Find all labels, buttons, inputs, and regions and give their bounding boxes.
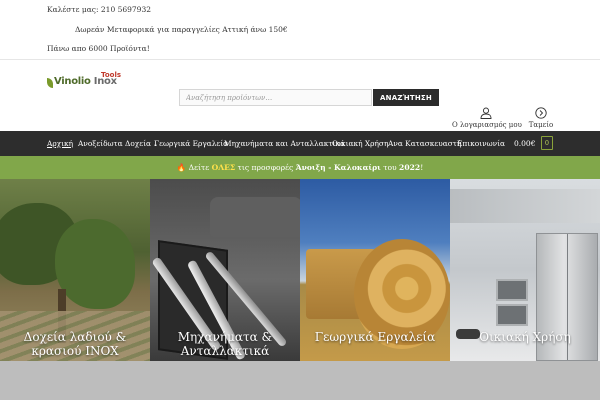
site-logo[interactable]: Vinolio Inox Tools: [47, 71, 127, 96]
nav-item-machines-parts[interactable]: Μηχανήματα και Ανταλλακτικά: [224, 139, 345, 148]
nav-item-home-use[interactable]: Οικιακή Χρήση: [332, 139, 388, 148]
checkout-link[interactable]: Ταμείο: [528, 107, 554, 131]
promo-text: 🔥 Δείτε ΟΛΕΣ τις προσφορές Άνοιξη - Καλο…: [0, 163, 600, 172]
nav-item-contact[interactable]: Επικοινωνία: [457, 139, 505, 148]
category-tile-machines[interactable]: Μηχανήματα & Ανταλλακτικά: [150, 179, 300, 400]
main-navigation: Αρχική Ανοξείδωτα Δοχεία ⌄ Γεωργικά Εργαλ…: [0, 131, 600, 156]
header-divider: [0, 59, 600, 60]
category-tile-agricultural[interactable]: Γεωργικά Εργαλεία: [300, 179, 450, 400]
category-tile-home-use[interactable]: Οικιακή Χρήση: [450, 179, 600, 400]
logo-tools: Tools: [101, 71, 122, 79]
category-tile-containers[interactable]: Δοχεία λαδιού & κρασιού INOX: [0, 179, 150, 400]
nav-item-stainless-containers[interactable]: Ανοξείδωτα Δοχεία ⌄: [78, 139, 158, 148]
promo-text-after: του: [380, 163, 400, 172]
olive-leaf-icon: [47, 78, 53, 88]
account-link[interactable]: Ο λογαριασμός μου: [452, 107, 522, 131]
nav-item-home[interactable]: Αρχική: [47, 139, 73, 148]
promo-end: !: [420, 163, 424, 172]
shipping-text: Δωρεάν Μεταφορικά για παραγγελίες Αττική…: [75, 25, 288, 34]
logo-vinolio: Vinolio: [54, 76, 91, 87]
products-count-text: Πάνω απο 6000 Προϊόντα!: [47, 44, 150, 53]
arrow-circle-icon: [535, 107, 547, 119]
search-input[interactable]: [179, 89, 372, 106]
product-search: ΑΝΑΖΉΤΗΣΗ: [179, 89, 439, 106]
account-label: Ο λογαριασμός μου: [452, 121, 522, 129]
promo-text-middle: τις προσφορές: [235, 163, 296, 172]
phone-text: Καλέστε μας: 210 5697932: [47, 5, 151, 14]
category-title: Γεωργικά Εργαλεία: [314, 330, 436, 344]
category-title: Μηχανήματα & Ανταλλακτικά: [177, 330, 273, 358]
fire-icon: 🔥: [176, 163, 187, 172]
nav-item-stainless-containers-label: Ανοξείδωτα Δοχεία: [78, 139, 151, 148]
category-title: Δοχεία λαδιού & κρασιού INOX: [23, 330, 127, 358]
user-icon: [480, 107, 492, 119]
search-button[interactable]: ΑΝΑΖΉΤΗΣΗ: [373, 89, 439, 106]
top-info-bar: Καλέστε μας: 210 5697932 Δωρεάν Μεταφορι…: [0, 0, 600, 58]
promo-highlight: ΟΛΕΣ: [211, 163, 236, 172]
category-title: Οικιακή Χρήση: [479, 330, 571, 344]
nav-item-agricultural-tools[interactable]: Γεωργικά Εργαλεία: [154, 139, 228, 148]
promo-banner[interactable]: 🔥 Δείτε ΟΛΕΣ τις προσφορές Άνοιξη - Καλο…: [0, 156, 600, 179]
category-tiles: Δοχεία λαδιού & κρασιού INOX Μηχανήματα …: [0, 179, 600, 400]
cart-total[interactable]: 0.00€: [514, 139, 535, 148]
promo-text-before: Δείτε: [186, 163, 212, 172]
promo-season: Άνοιξη - Καλοκαίρι: [295, 163, 381, 172]
promo-year: 2022: [399, 163, 421, 172]
checkout-label: Ταμείο: [528, 121, 554, 129]
nav-item-by-manufacturer[interactable]: Ανα Κατασκευαστή: [388, 139, 461, 148]
cart-bag-icon[interactable]: 0: [541, 136, 553, 150]
